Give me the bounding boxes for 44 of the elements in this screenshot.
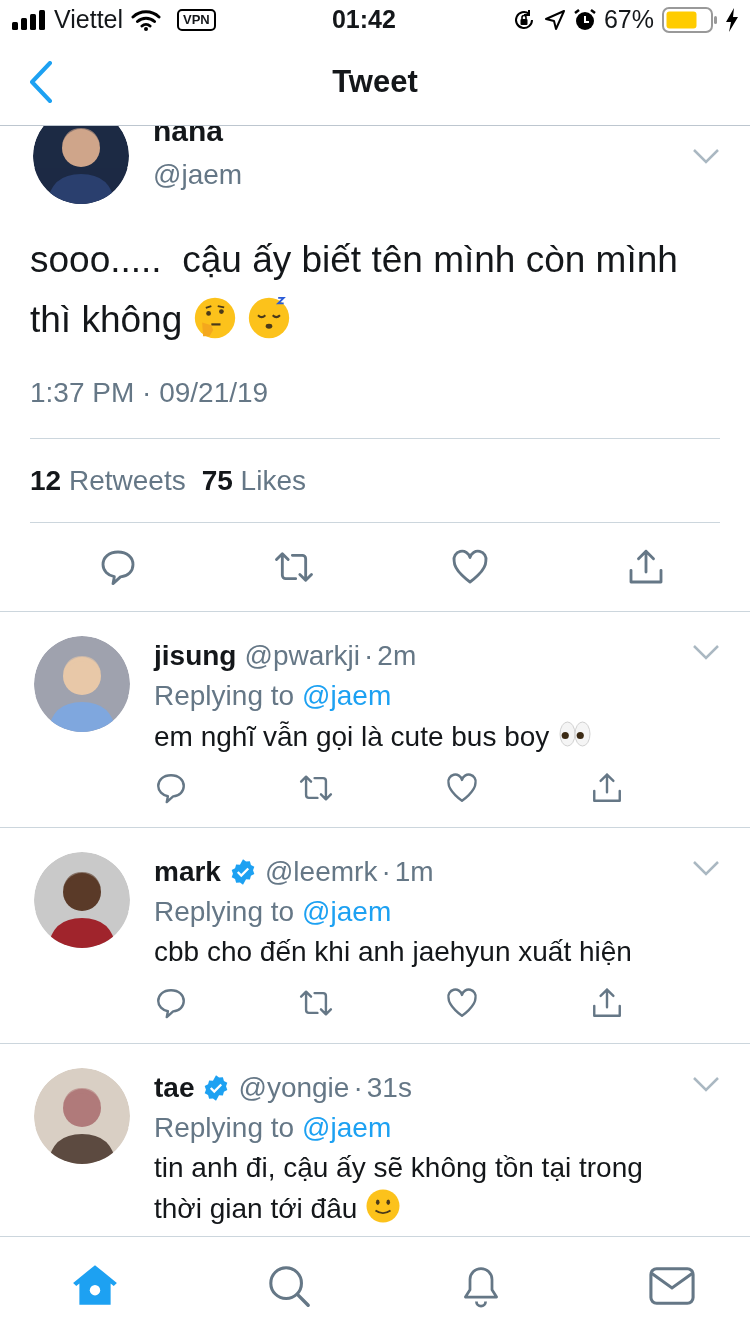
reply-icon[interactable] — [154, 771, 188, 806]
reply-author-name: jisung — [154, 639, 237, 674]
tweet-timestamp: 1:37 PM · 09/21/19 — [29, 376, 270, 411]
signal-icon — [12, 9, 46, 30]
alarm-clock-icon — [573, 7, 596, 32]
reply-icon[interactable] — [154, 986, 188, 1021]
reply-author-name: mark — [154, 855, 221, 890]
mention-link[interactable]: @jaem — [302, 676, 392, 717]
reply-handle: @yongie — [238, 1071, 350, 1106]
mail-tab-icon[interactable] — [649, 1265, 695, 1306]
smile-emoji-icon — [365, 1188, 402, 1225]
replying-to-label: Replying to — [154, 1111, 295, 1146]
replying-to-label: Replying to — [154, 895, 295, 930]
tweet-text: sooo..... cậu ấy biết tên mình còn mình thì không — [29, 238, 679, 343]
retweet-count[interactable]: 12 Retweets — [30, 459, 186, 502]
vpn-badge: VPN — [177, 8, 216, 31]
separator-dot: · — [364, 639, 374, 674]
location-arrow-icon — [543, 8, 566, 31]
separator-dot: · — [381, 855, 391, 890]
reply-time: 1m — [394, 855, 434, 890]
reply-handle: @leemrk — [264, 855, 378, 890]
mention-link[interactable]: @jaem — [302, 1108, 392, 1149]
separator-dot: · — [353, 1071, 363, 1106]
thinking-emoji-icon — [192, 296, 237, 341]
wifi-icon — [131, 8, 162, 31]
reply-text: tin anh đi, cậu ấy sẽ không tồn tại trong thời gian tới đâu — [154, 1151, 644, 1227]
author-handle: @jaem — [153, 158, 244, 193]
carrier-name: Viettel — [54, 3, 124, 35]
battery-icon — [662, 6, 718, 33]
sleeping-emoji-icon — [246, 296, 291, 341]
page-title: Tweet — [332, 63, 418, 101]
replying-to-label: Replying to — [154, 679, 295, 714]
back-icon[interactable] — [29, 61, 53, 104]
battery-percent: 67% — [603, 3, 654, 35]
reply-time: 2m — [377, 639, 417, 674]
status-time: 01:42 — [331, 3, 396, 35]
reply-time: 31s — [366, 1071, 412, 1106]
reply-text: cbb cho đến khi anh jaehyun xuất hiện — [154, 935, 633, 970]
reply-handle: @pwarkji — [244, 639, 360, 674]
reply-text: em nghĩ vẫn gọi là cute bus boy — [154, 716, 720, 758]
reply-author-name: tae — [154, 1071, 195, 1106]
mention-link[interactable]: @jaem — [302, 892, 392, 933]
charging-bolt-icon — [726, 7, 738, 32]
like-count[interactable]: 75 Likes — [201, 459, 306, 502]
